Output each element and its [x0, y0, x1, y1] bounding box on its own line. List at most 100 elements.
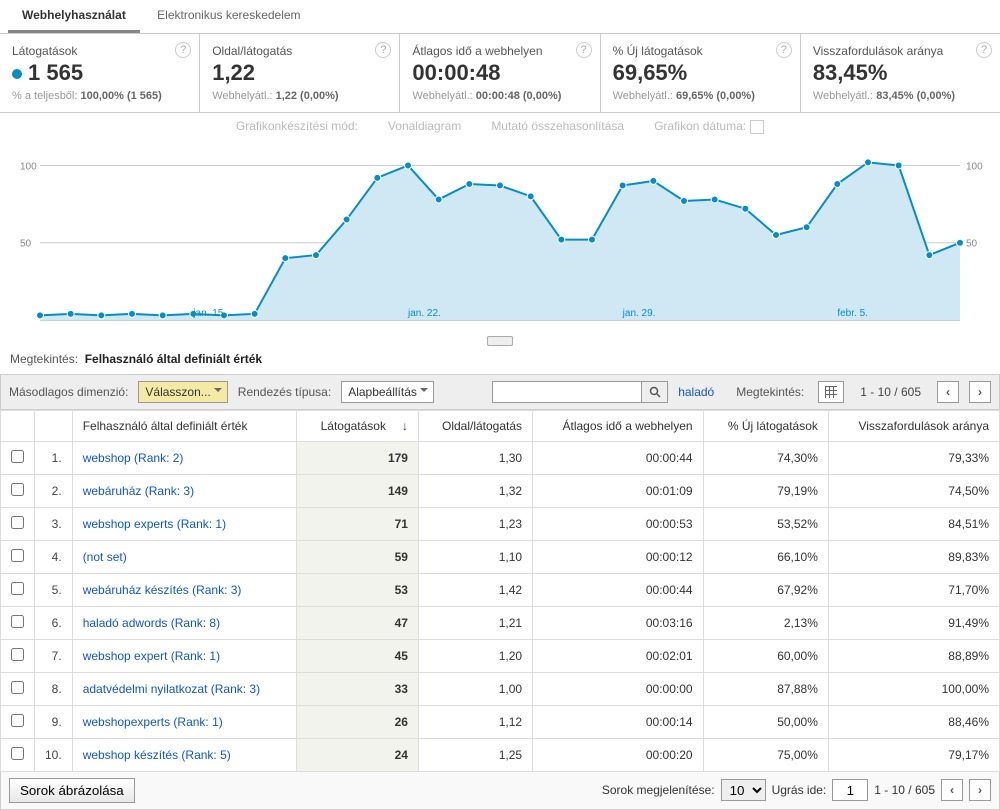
row-pages: 1,21 [418, 606, 532, 639]
search-input[interactable] [492, 381, 642, 403]
chart-mode-line[interactable]: Vonaldiagram [388, 119, 461, 134]
row-name-link[interactable]: webshop experts (Rank: 1) [83, 517, 226, 531]
tab-site-usage[interactable]: Webhelyhasználat [8, 0, 140, 33]
table-row: 4.(not set)591,1000:00:1266,10%89,83% [1, 540, 1000, 573]
scorecard-value: 1,22 [212, 60, 387, 86]
scorecard-visits[interactable]: ? Látogatások 1 565 % a teljesből: 100,0… [0, 34, 200, 112]
row-avgtime: 00:00:00 [533, 672, 704, 705]
table-row: 5. webáruház készítés (Rank: 3) 531,4200:0… [1, 573, 1000, 606]
row-checkbox[interactable] [11, 681, 24, 694]
pager-info: 1 - 10 / 605 [860, 385, 921, 399]
row-name-link[interactable]: haladó adwords (Rank: 8) [83, 616, 220, 630]
row-checkbox[interactable] [11, 648, 24, 661]
svg-text:jan. 22.: jan. 22. [407, 308, 441, 319]
row-index: 5. [35, 573, 73, 606]
svg-text:100: 100 [20, 161, 37, 172]
col-bounce[interactable]: Visszafordulások aránya [828, 410, 999, 441]
row-index: 7. [35, 639, 73, 672]
secondary-dim-dropdown[interactable]: Válasszon... [138, 381, 227, 403]
row-checkbox[interactable] [11, 450, 24, 463]
plot-rows-button[interactable]: Sorok ábrázolása [9, 778, 135, 803]
svg-text:50: 50 [966, 239, 978, 250]
row-checkbox[interactable] [11, 615, 24, 628]
goto-label: Ugrás ide: [772, 783, 827, 797]
row-newvisits: 60,00% [703, 639, 828, 672]
table-row: 7.webshop expert (Rank: 1)451,2000:02:01… [1, 639, 1000, 672]
scorecard-value: 69,65% [613, 60, 788, 86]
help-icon[interactable]: ? [776, 42, 792, 58]
row-newvisits: 87,88% [703, 672, 828, 705]
row-pages: 1,42 [418, 573, 532, 606]
row-name-link[interactable]: webáruház (Rank: 3) [83, 484, 194, 498]
row-name-link[interactable]: adatvédelmi nyilatkozat (Rank: 3) [83, 682, 260, 696]
row-avgtime: 00:01:09 [533, 474, 704, 507]
row-checkbox[interactable] [11, 747, 24, 760]
timeline-chart[interactable]: 5050100100jan. 15.jan. 22.jan. 29.febr. … [0, 140, 1000, 340]
help-icon[interactable]: ? [375, 42, 391, 58]
chart-date[interactable]: Grafikon dátuma: [654, 119, 764, 134]
row-avgtime: 00:00:20 [533, 738, 704, 771]
row-pages: 1,30 [418, 441, 532, 474]
row-pages: 1,23 [418, 507, 532, 540]
row-bounce: 84,51% [828, 507, 999, 540]
row-name-link[interactable]: (not set) [83, 550, 127, 564]
row-visits: 59 [296, 540, 418, 573]
row-bounce: 74,50% [828, 474, 999, 507]
rows-per-page-label: Sorok megjelenítése: [602, 783, 715, 797]
tab-ecommerce[interactable]: Elektronikus kereskedelem [143, 0, 314, 30]
chart-controls: Grafikonkészítési mód: Vonaldiagram Muta… [0, 113, 1000, 140]
row-name-link[interactable]: webshopexperts (Rank: 1) [83, 715, 223, 729]
row-visits: 53 [296, 573, 418, 606]
scorecard-subtext: % a teljesből: 100,00% (1 565) [12, 90, 187, 102]
scorecard-bounce-rate[interactable]: ? Visszafordulások aránya 83,45% Webhely… [801, 34, 1000, 112]
row-checkbox[interactable] [11, 714, 24, 727]
row-avgtime: 00:00:12 [533, 540, 704, 573]
row-index: 1. [35, 441, 73, 474]
col-avgtime[interactable]: Átlagos idő a webhelyen [533, 410, 704, 441]
help-icon[interactable]: ? [576, 42, 592, 58]
scorecard-avg-time[interactable]: ? Átlagos idő a webhelyen 00:00:48 Webhe… [400, 34, 600, 112]
col-user-defined[interactable]: Felhasználó által definiált érték [72, 410, 296, 441]
col-visits[interactable]: Látogatások↓ [296, 410, 418, 441]
col-newvisits[interactable]: % Új látogatások [703, 410, 828, 441]
row-name-link[interactable]: webáruház készítés (Rank: 3) [83, 583, 242, 597]
chart-resize-handle[interactable] [487, 336, 513, 346]
row-name-link[interactable]: webshop expert (Rank: 1) [83, 649, 220, 663]
row-newvisits: 53,52% [703, 507, 828, 540]
pager-prev[interactable]: ‹ [937, 381, 959, 403]
table-row: 9.webshopexperts (Rank: 1)261,1200:00:14… [1, 705, 1000, 738]
row-name-link[interactable]: webshop (Rank: 2) [83, 451, 184, 465]
row-name-link[interactable]: webshop készítés (Rank: 5) [83, 748, 231, 762]
calendar-icon[interactable] [750, 120, 764, 134]
row-checkbox[interactable] [11, 516, 24, 529]
row-avgtime: 00:00:53 [533, 507, 704, 540]
search-button[interactable] [642, 381, 668, 403]
row-checkbox[interactable] [11, 549, 24, 562]
row-checkbox[interactable] [11, 483, 24, 496]
table-icon [825, 386, 837, 398]
row-avgtime: 00:00:44 [533, 573, 704, 606]
row-checkbox[interactable] [11, 582, 24, 595]
col-pages[interactable]: Oldal/látogatás [418, 410, 532, 441]
table-footer: Sorok ábrázolása Sorok megjelenítése: 10… [0, 772, 1000, 810]
row-index: 6. [35, 606, 73, 639]
help-icon[interactable]: ? [175, 42, 191, 58]
advanced-link[interactable]: haladó [678, 385, 714, 399]
sort-type-dropdown[interactable]: Alapbeállítás [341, 381, 434, 403]
data-table: Felhasználó által definiált érték Látoga… [0, 410, 1000, 772]
row-bounce: 89,83% [828, 540, 999, 573]
svg-text:jan. 15.: jan. 15. [192, 308, 226, 319]
row-index: 8. [35, 672, 73, 705]
scorecard-new-visits[interactable]: ? % Új látogatások 69,65% Webhelyátl.: 6… [601, 34, 801, 112]
row-newvisits: 50,00% [703, 705, 828, 738]
pager-next[interactable]: › [969, 381, 991, 403]
scorecard-label: Látogatások [12, 44, 187, 58]
col-checkbox [1, 410, 35, 441]
chart-compare[interactable]: Mutató összehasonlítása [491, 119, 624, 134]
row-bounce: 100,00% [828, 672, 999, 705]
help-icon[interactable]: ? [976, 42, 992, 58]
view-table-button[interactable] [818, 381, 844, 403]
row-newvisits: 75,00% [703, 738, 828, 771]
row-visits: 24 [296, 738, 418, 771]
scorecard-pages-per-visit[interactable]: ? Oldal/látogatás 1,22 Webhelyátl.: 1,22… [200, 34, 400, 112]
